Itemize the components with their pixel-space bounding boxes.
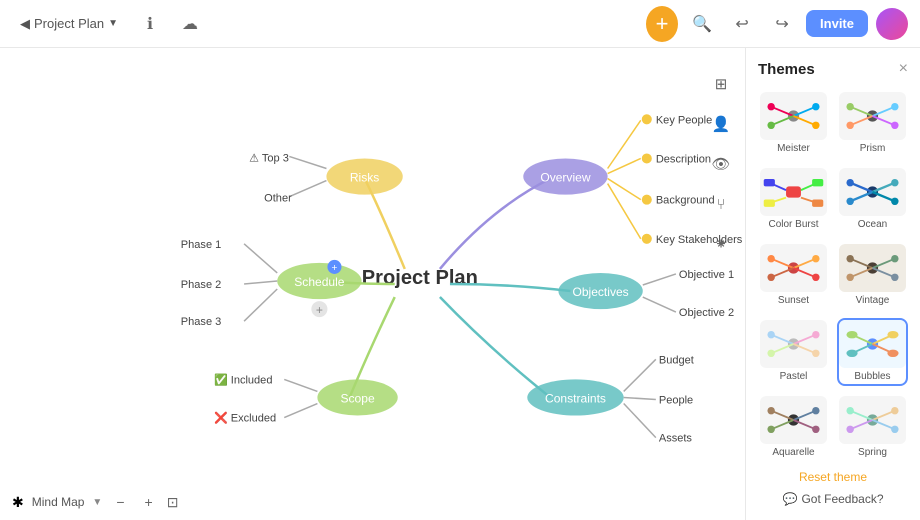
svg-text:Objective 1: Objective 1 — [679, 269, 734, 281]
grid-button[interactable]: ⊞ — [705, 68, 737, 100]
svg-text:Budget: Budget — [659, 354, 694, 366]
svg-text:People: People — [659, 395, 693, 407]
theme-sunset[interactable]: Sunset — [758, 242, 829, 310]
mindmap-icon: ✱ — [12, 494, 24, 511]
theme-spring[interactable]: Spring — [837, 394, 908, 462]
themes-header: Themes × — [758, 60, 908, 78]
svg-text:⚠ Top 3: ⚠ Top 3 — [249, 152, 289, 164]
theme-aquarelle-label: Aquarelle — [760, 447, 827, 460]
themes-grid: Meister Prism — [758, 90, 908, 462]
feedback-bar[interactable]: 💬 Got Feedback? — [758, 492, 908, 506]
feedback-icon: 💬 — [782, 492, 797, 506]
svg-text:✅ Included: ✅ Included — [214, 372, 273, 386]
search-button[interactable]: 🔍 — [686, 8, 718, 40]
project-title: Project Plan — [34, 16, 104, 31]
add-icon[interactable]: + — [646, 6, 678, 42]
cloud-button[interactable]: ☁ — [174, 8, 206, 40]
dots-button[interactable]: ⁕ — [705, 228, 737, 260]
theme-pastel-label: Pastel — [760, 371, 827, 384]
bottom-bar: ✱ Mind Map ▼ − + ⊡ — [0, 484, 240, 520]
info-button[interactable]: ℹ — [134, 8, 166, 40]
back-button[interactable]: ◀ Project Plan ▼ — [12, 12, 126, 36]
mindmap-label[interactable]: Mind Map — [32, 495, 85, 509]
theme-ocean[interactable]: Ocean — [837, 166, 908, 234]
theme-spring-label: Spring — [839, 447, 906, 460]
svg-text:Assets: Assets — [659, 433, 693, 445]
svg-text:Phase 3: Phase 3 — [181, 316, 221, 328]
theme-meister-label: Meister — [760, 143, 827, 156]
overview-node-label: Overview — [540, 171, 591, 185]
zoom-in-button[interactable]: + — [139, 492, 159, 512]
svg-text:+: + — [316, 303, 323, 317]
center-node: Project Plan — [362, 267, 478, 289]
fit-button[interactable]: ⊡ — [167, 494, 179, 511]
theme-color-burst-label: Color Burst — [760, 219, 827, 232]
add-circle-button[interactable]: + — [646, 8, 678, 40]
svg-text:Scope: Scope — [340, 392, 374, 406]
reset-theme-button[interactable]: Reset theme — [758, 470, 908, 484]
share-button[interactable]: ⑂ — [705, 188, 737, 220]
theme-bubbles[interactable]: Bubbles — [837, 318, 908, 386]
theme-vintage[interactable]: Vintage — [837, 242, 908, 310]
theme-vintage-label: Vintage — [839, 295, 906, 308]
zoom-out-button[interactable]: − — [110, 492, 130, 512]
theme-prism[interactable]: Prism — [837, 90, 908, 158]
svg-text:+: + — [332, 263, 338, 274]
svg-text:Phase 2: Phase 2 — [181, 279, 221, 291]
feedback-label: Got Feedback? — [801, 492, 883, 506]
dropdown-icon: ▼ — [108, 18, 118, 29]
invite-button[interactable]: Invite — [806, 10, 868, 37]
undo-button[interactable]: ↩ — [726, 8, 758, 40]
back-icon: ◀ — [20, 16, 30, 32]
theme-color-burst[interactable]: Color Burst — [758, 166, 829, 234]
svg-text:Risks: Risks — [350, 171, 379, 185]
dropdown-icon-mindmap: ▼ — [92, 497, 102, 508]
close-themes-button[interactable]: × — [899, 60, 908, 78]
top-bar: ◀ Project Plan ▼ ℹ ☁ + 🔍 ↩ ↪ Invite — [0, 0, 920, 48]
svg-text:Schedule: Schedule — [294, 275, 345, 289]
eye-button[interactable]: 👁 — [705, 148, 737, 180]
avatar[interactable] — [876, 8, 908, 40]
svg-text:Constraints: Constraints — [545, 392, 606, 406]
themes-title: Themes — [758, 61, 815, 78]
theme-pastel[interactable]: Pastel — [758, 318, 829, 386]
side-icons: ⊞ 👤 👁 ⑂ ⁕ — [697, 60, 745, 268]
svg-text:Objective 2: Objective 2 — [679, 307, 734, 319]
svg-text:Other: Other — [264, 193, 292, 205]
theme-prism-label: Prism — [839, 143, 906, 156]
theme-ocean-label: Ocean — [839, 219, 906, 232]
person-button[interactable]: 👤 — [705, 108, 737, 140]
svg-text:Objectives: Objectives — [572, 285, 628, 299]
themes-panel: Themes × Meister — [745, 48, 920, 520]
redo-button[interactable]: ↪ — [766, 8, 798, 40]
theme-meister[interactable]: Meister — [758, 90, 829, 158]
theme-sunset-label: Sunset — [760, 295, 827, 308]
theme-aquarelle[interactable]: Aquarelle — [758, 394, 829, 462]
svg-text:❌ Excluded: ❌ Excluded — [214, 411, 276, 425]
theme-bubbles-label: Bubbles — [839, 371, 906, 384]
svg-text:Phase 1: Phase 1 — [181, 239, 221, 251]
